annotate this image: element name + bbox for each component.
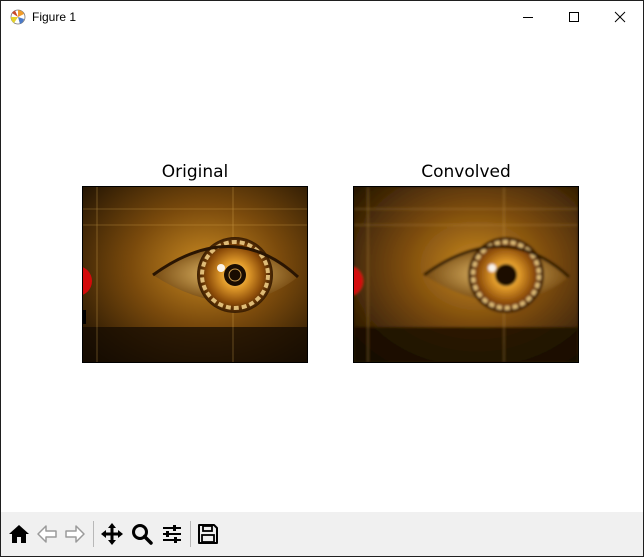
window-title: Figure 1: [32, 10, 77, 24]
pan-icon: [101, 523, 123, 545]
home-button[interactable]: [5, 520, 33, 548]
title-bar: Figure 1: [1, 1, 643, 33]
pan-button[interactable]: [98, 520, 126, 548]
figure-canvas[interactable]: Original Convolved: [1, 33, 643, 512]
convolved-image: [354, 187, 578, 362]
forward-button[interactable]: [61, 520, 89, 548]
subplot-title-original: Original: [161, 162, 229, 182]
configure-subplots-button[interactable]: [158, 520, 186, 548]
home-icon: [9, 525, 29, 543]
minimize-icon: [523, 17, 533, 18]
save-icon: [198, 524, 218, 544]
maximize-button[interactable]: [551, 1, 597, 33]
toolbar-separator: [190, 521, 191, 547]
axes-convolved[interactable]: [353, 186, 579, 363]
figure-window: Figure 1 Original Convolved: [0, 0, 644, 557]
maximize-icon: [569, 12, 579, 22]
matplotlib-icon: [10, 9, 26, 25]
save-button[interactable]: [194, 520, 222, 548]
toolbar-separator: [93, 521, 94, 547]
back-arrow-icon: [37, 525, 57, 543]
close-icon: [614, 11, 626, 23]
forward-arrow-icon: [65, 525, 85, 543]
navigation-toolbar: [1, 512, 643, 556]
back-button[interactable]: [33, 520, 61, 548]
minimize-button[interactable]: [505, 1, 551, 33]
axes-original[interactable]: [82, 186, 308, 363]
zoom-button[interactable]: [128, 520, 156, 548]
zoom-icon: [132, 524, 153, 545]
configure-subplots-icon: [163, 525, 181, 543]
original-image: [83, 187, 307, 362]
subplot-title-convolved: Convolved: [421, 162, 511, 182]
close-button[interactable]: [597, 1, 643, 33]
